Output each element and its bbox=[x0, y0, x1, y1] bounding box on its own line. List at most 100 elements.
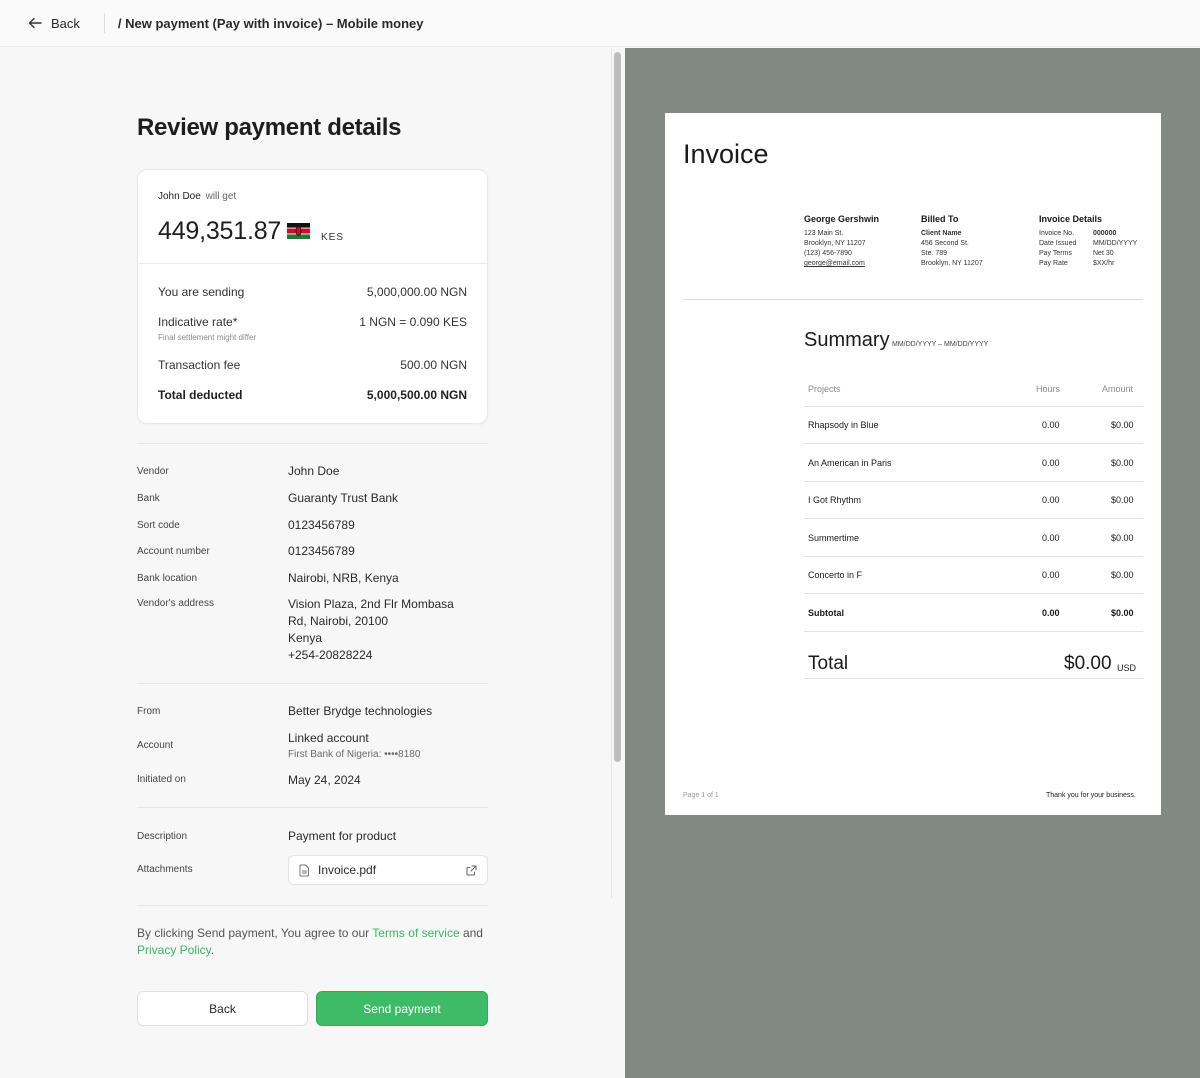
hours-header: Hours bbox=[1036, 384, 1061, 394]
receive-amount: 449,351.87 bbox=[158, 217, 282, 245]
detail-key: Pay Rate bbox=[1039, 260, 1068, 267]
terms-prefix: By clicking Send payment, You agree to o… bbox=[137, 926, 373, 940]
account-number-value: 0123456789 bbox=[288, 544, 355, 558]
divider bbox=[683, 299, 1143, 300]
initiated-label: Initiated on bbox=[137, 774, 186, 785]
invoice-total-label: Total bbox=[808, 653, 849, 674]
amount-card: John Doe will get 449,351.87 KES You are… bbox=[137, 169, 488, 424]
detail-key: Pay Terms bbox=[1039, 250, 1072, 257]
item-amount: $0.00 bbox=[1111, 533, 1134, 543]
item-hours: 0.00 bbox=[1042, 495, 1060, 505]
client-line: 456 Second St. bbox=[921, 240, 969, 247]
detail-key: Date Issued bbox=[1039, 240, 1077, 247]
detail-key: Invoice No. bbox=[1039, 230, 1075, 237]
table-divider bbox=[804, 631, 1143, 632]
fee-row: Transaction fee 500.00 NGN bbox=[158, 358, 467, 372]
scrollbar[interactable] bbox=[614, 52, 621, 762]
table-divider bbox=[804, 678, 1143, 679]
table-divider bbox=[804, 443, 1143, 444]
account-number-label: Account number bbox=[137, 546, 210, 557]
file-icon bbox=[299, 864, 309, 876]
top-bar: Back / New payment (Pay with invoice) – … bbox=[0, 0, 1200, 47]
terms-of-service-link[interactable]: Terms of service bbox=[372, 926, 459, 940]
external-link-icon[interactable] bbox=[466, 865, 477, 876]
item-hours: 0.00 bbox=[1042, 458, 1060, 468]
item-project: Summertime bbox=[808, 533, 860, 543]
invoice-total-currency: USD bbox=[1117, 663, 1137, 673]
invoice-document[interactable]: Invoice George Gershwin 123 Main St. Bro… bbox=[665, 113, 1161, 815]
address-line: +254-20828224 bbox=[288, 648, 373, 662]
divider bbox=[137, 905, 488, 906]
send-payment-button[interactable]: Send payment bbox=[316, 991, 488, 1026]
divider bbox=[137, 443, 488, 444]
vendor-address-value: Vision Plaza, 2nd Flr Mombasa Rd, Nairob… bbox=[288, 596, 454, 664]
address-line: Vision Plaza, 2nd Flr Mombasa bbox=[288, 597, 454, 611]
sender-name: George Gershwin bbox=[804, 214, 880, 224]
rate-note: Final settlement might differ bbox=[158, 333, 257, 342]
receive-currency: KES bbox=[321, 232, 345, 243]
attachment-filename: Invoice.pdf bbox=[318, 863, 377, 877]
sender-line: (123) 456-7890 bbox=[804, 250, 852, 257]
account-label: Account bbox=[137, 740, 174, 751]
sender-line: 123 Main St. bbox=[804, 230, 844, 237]
address-line: Kenya bbox=[288, 631, 323, 645]
rate-value: 1 NGN = 0.090 KES bbox=[359, 315, 467, 329]
sort-code-value: 0123456789 bbox=[288, 518, 355, 532]
detail-value: MM/DD/YYYY bbox=[1093, 240, 1138, 247]
table-divider bbox=[804, 593, 1143, 594]
recipient-suffix: will get bbox=[205, 191, 237, 202]
invoice-title: Invoice bbox=[683, 139, 769, 169]
rate-row: Indicative rate* 1 NGN = 0.090 KES bbox=[158, 315, 467, 329]
projects-header: Projects bbox=[808, 384, 841, 394]
from-value: Better Brydge technologies bbox=[288, 704, 433, 718]
rate-label: Indicative rate* bbox=[158, 315, 238, 329]
page-number: Page 1 of 1 bbox=[683, 792, 719, 799]
breadcrumb: / New payment (Pay with invoice) – Mobil… bbox=[117, 15, 424, 31]
account-sub: First Bank of Nigeria: ••••8180 bbox=[288, 749, 421, 760]
client-line: Brooklyn, NY 11207 bbox=[921, 260, 983, 267]
item-project: I Got Rhythm bbox=[808, 495, 862, 505]
table-divider bbox=[804, 481, 1143, 482]
subtotal-label: Subtotal bbox=[808, 608, 844, 618]
initiated-value: May 24, 2024 bbox=[288, 773, 361, 787]
arrow-left-icon bbox=[28, 17, 42, 29]
vendor-address-label: Vendor's address bbox=[137, 598, 214, 609]
back-link[interactable]: Back bbox=[28, 16, 80, 31]
description-value: Payment for product bbox=[288, 829, 397, 843]
description-label: Description bbox=[137, 831, 188, 842]
terms-middle: and bbox=[459, 926, 483, 940]
vendor-value: John Doe bbox=[288, 464, 340, 478]
bank-location-value: Nairobi, NRB, Kenya bbox=[288, 571, 399, 585]
invoice-total-value: $0.00 bbox=[1064, 653, 1112, 674]
bank-location-label: Bank location bbox=[137, 573, 198, 584]
terms-suffix: . bbox=[210, 943, 215, 957]
page-title: Review payment details bbox=[137, 114, 402, 141]
sending-row: You are sending 5,000,000.00 NGN bbox=[158, 285, 467, 299]
total-label: Total deducted bbox=[158, 388, 243, 402]
item-amount: $0.00 bbox=[1111, 495, 1134, 505]
table-divider bbox=[804, 518, 1143, 519]
privacy-policy-link[interactable]: Privacy Policy bbox=[137, 943, 211, 957]
detail-value: $XX/hr bbox=[1093, 260, 1115, 267]
receive-summary: John Doe will get 449,351.87 KES bbox=[138, 170, 487, 264]
from-label: From bbox=[137, 706, 161, 717]
back-button[interactable]: Back bbox=[137, 991, 308, 1026]
table-divider bbox=[804, 406, 1143, 407]
kenya-flag-icon bbox=[287, 223, 310, 239]
item-hours: 0.00 bbox=[1042, 570, 1060, 580]
item-amount: $0.00 bbox=[1111, 420, 1134, 430]
summary-range: MM/DD/YYYY – MM/DD/YYYY bbox=[892, 341, 989, 348]
sending-value: 5,000,000.00 NGN bbox=[366, 285, 467, 299]
terms-text: By clicking Send payment, You agree to o… bbox=[137, 925, 492, 959]
recipient-line: John Doe will get bbox=[158, 191, 236, 202]
total-value: 5,000,500.00 NGN bbox=[366, 388, 467, 402]
sending-label: You are sending bbox=[158, 285, 245, 299]
attachments-label: Attachments bbox=[137, 864, 193, 875]
sender-line: Brooklyn, NY 11207 bbox=[804, 240, 866, 247]
recipient-name: John Doe bbox=[158, 191, 201, 202]
client-line: Ste. 789 bbox=[921, 250, 948, 257]
attachment-item[interactable]: Invoice.pdf bbox=[288, 855, 488, 885]
client-name: Client Name bbox=[921, 230, 962, 237]
divider bbox=[137, 683, 488, 684]
fee-label: Transaction fee bbox=[158, 358, 241, 372]
